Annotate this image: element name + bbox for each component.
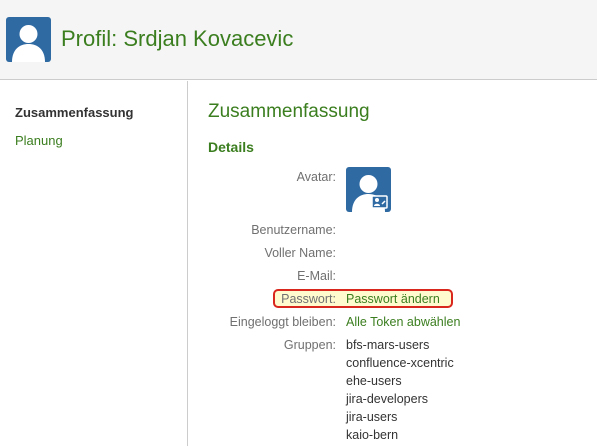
group-item: jira-developers (346, 392, 428, 406)
group-item: bfs-mars-users (346, 338, 430, 352)
groups-label: Gruppen: (283, 338, 336, 352)
clear-tokens-link[interactable]: Alle Token abwählen (346, 315, 460, 329)
password-label: Passwort: (281, 292, 336, 306)
user-avatar-icon (6, 17, 51, 62)
page-title: Profil: Srdjan Kovacevic (61, 26, 294, 51)
avatar-edit-icon[interactable] (346, 167, 391, 212)
group-item: ehe-users (346, 374, 402, 388)
fullname-label: Voller Name: (264, 246, 336, 260)
details-heading: Details (208, 139, 254, 155)
sidebar-item-planung[interactable]: Planung (15, 133, 63, 148)
profile-header: Profil: Srdjan Kovacevic (0, 0, 597, 80)
email-label: E-Mail: (297, 269, 336, 283)
avatar-label: Avatar: (296, 170, 336, 184)
change-password-link[interactable]: Passwort ändern (346, 292, 440, 306)
sidebar: Zusammenfassung Planung (0, 81, 188, 446)
section-heading: Zusammenfassung (208, 101, 370, 122)
group-item: jira-users (346, 410, 398, 424)
group-item: kaio-bern (346, 428, 399, 442)
username-label: Benutzername: (251, 223, 336, 237)
sidebar-item-zusammenfassung[interactable]: Zusammenfassung (15, 105, 133, 120)
remember-me-label: Eingeloggt bleiben: (229, 315, 336, 329)
group-item: confluence-xcentric (346, 356, 454, 370)
